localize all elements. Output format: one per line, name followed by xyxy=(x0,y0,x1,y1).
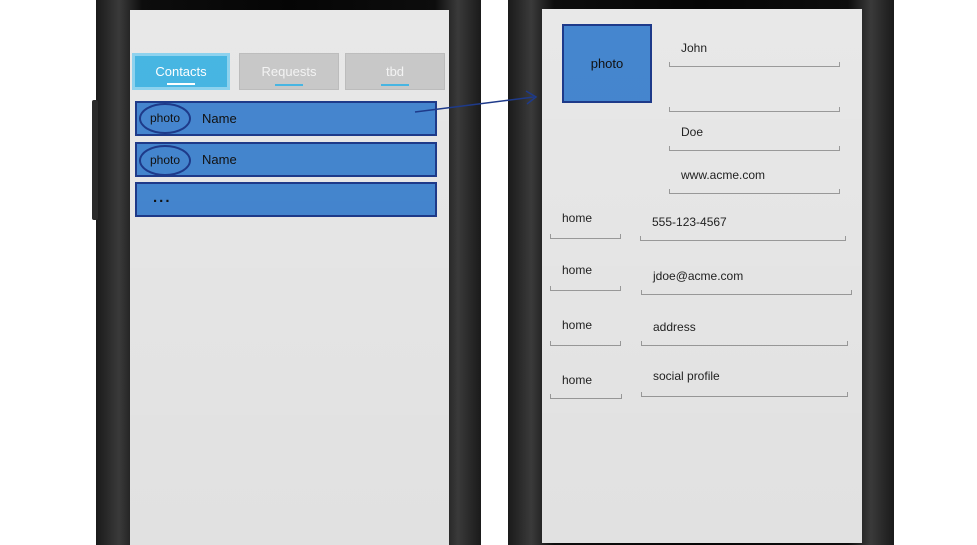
email-type-value: home xyxy=(562,263,593,277)
tab-contacts-label: Contacts xyxy=(155,64,207,79)
field-underline xyxy=(550,286,621,291)
more-list-item[interactable]: ... xyxy=(135,182,437,217)
field-underline xyxy=(669,62,840,67)
contact-photo[interactable]: photo xyxy=(562,24,652,103)
first-name-value: John xyxy=(681,41,708,55)
social-profile-field[interactable]: social profile xyxy=(641,369,848,397)
tab-indicator xyxy=(275,84,303,86)
contact-photo: photo xyxy=(139,145,191,176)
field-underline xyxy=(550,394,622,399)
contact-list-item[interactable]: photo Name xyxy=(135,142,437,177)
tab-tbd-label: tbd xyxy=(385,64,405,79)
phone-number-field[interactable]: 555-123-4567 xyxy=(640,213,846,241)
social-type-field[interactable]: home xyxy=(550,371,622,399)
website-value: www.acme.com xyxy=(681,168,766,182)
contacts-screen: Contacts Requests tbd photo Name photo N… xyxy=(130,10,449,545)
contact-name: Name xyxy=(202,152,237,167)
tab-requests-label: Requests xyxy=(261,64,317,79)
email-type-field[interactable]: home xyxy=(550,263,621,291)
last-name-value: Doe xyxy=(681,125,704,139)
address-type-value: home xyxy=(562,318,593,332)
social-profile-value: social profile xyxy=(653,369,720,383)
email-field[interactable]: jdoe@acme.com xyxy=(641,267,852,295)
social-type-value: home xyxy=(562,373,593,387)
phone-frame-left: Contacts Requests tbd photo Name photo N… xyxy=(92,0,481,545)
field-underline xyxy=(669,107,840,112)
contact-detail-screen: photo John Doe www.acme.com home 555-123… xyxy=(542,9,862,543)
address-field[interactable]: address xyxy=(641,318,848,346)
website-field[interactable]: www.acme.com xyxy=(669,166,840,194)
tab-requests[interactable]: Requests xyxy=(239,53,339,90)
field-underline xyxy=(641,392,848,397)
phone-type-field[interactable]: home xyxy=(550,211,621,239)
contact-list-item[interactable]: photo Name xyxy=(135,101,437,136)
side-button xyxy=(92,100,98,220)
field-underline xyxy=(669,189,840,194)
phone-type-value: home xyxy=(562,211,593,225)
email-value: jdoe@acme.com xyxy=(653,269,744,283)
field-underline xyxy=(641,341,848,346)
tab-indicator xyxy=(381,84,409,86)
middle-name-field[interactable] xyxy=(669,89,840,112)
address-value: address xyxy=(653,320,696,334)
phone-frame-right: photo John Doe www.acme.com home 555-123… xyxy=(508,0,894,545)
tab-tbd[interactable]: tbd xyxy=(345,53,445,90)
phone-number-value: 555-123-4567 xyxy=(652,215,727,229)
tab-contacts[interactable]: Contacts xyxy=(132,53,230,90)
first-name-field[interactable]: John xyxy=(669,39,840,67)
field-underline xyxy=(550,234,621,239)
contact-name: Name xyxy=(202,111,237,126)
last-name-field[interactable]: Doe xyxy=(669,123,840,151)
field-underline xyxy=(640,236,846,241)
field-underline xyxy=(550,341,621,346)
contact-photo: photo xyxy=(139,103,191,134)
field-underline xyxy=(641,290,852,295)
screen-shade xyxy=(130,10,449,545)
tab-indicator xyxy=(167,83,195,85)
address-type-field[interactable]: home xyxy=(550,318,621,346)
more-ellipsis: ... xyxy=(153,189,172,206)
field-underline xyxy=(669,146,840,151)
